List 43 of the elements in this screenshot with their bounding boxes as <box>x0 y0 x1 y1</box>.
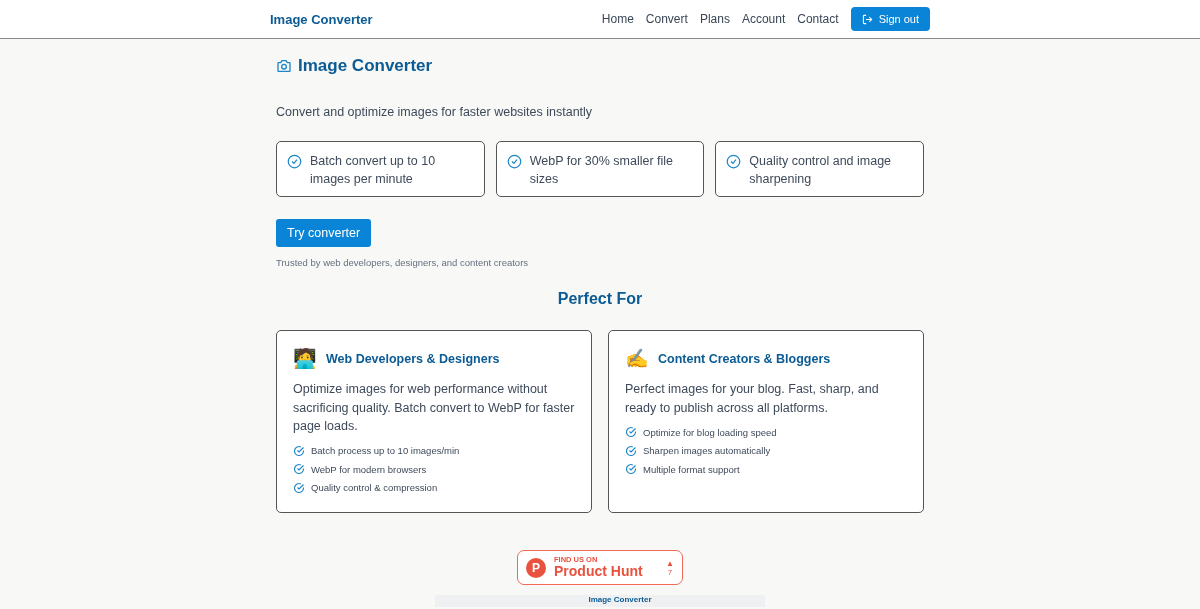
card-description: Perfect images for your blog. Fast, sharp, and ready to publish across all platforms. <box>625 381 880 417</box>
card-title: Content Creators & Bloggers <box>658 351 831 366</box>
check-icon <box>293 463 305 476</box>
brand-link[interactable]: Image Converter <box>270 11 373 27</box>
vote-count: 7 <box>667 567 673 577</box>
upvote-icon: ▲ <box>666 558 674 568</box>
benefit-text: Quality control & compression <box>311 482 438 494</box>
nav-link[interactable]: Plans <box>699 12 730 26</box>
preview-title: Image Converter <box>588 595 652 606</box>
check-icon <box>625 426 637 439</box>
nav-link[interactable]: Account <box>741 12 786 26</box>
trust-note: Trusted by web developers, designers, and content creators <box>276 257 530 268</box>
emoji-icon: 🧑‍💻 <box>293 347 317 370</box>
benefit-text: WebP for modern browsers <box>311 463 427 475</box>
product-hunt-logo: P <box>526 557 546 578</box>
benefit-text: Multiple format support <box>643 463 740 475</box>
check-icon <box>287 154 302 169</box>
badge-name: Product Hunt <box>554 564 644 579</box>
benefit-text: Sharpen images automatically <box>643 445 771 457</box>
check-icon <box>293 481 305 494</box>
camera-icon <box>276 58 292 74</box>
check-icon <box>506 154 522 169</box>
nav-link[interactable]: Convert <box>645 12 688 26</box>
feature-text: Batch convert up to 10 images per minute <box>310 153 437 188</box>
check-icon <box>726 154 742 169</box>
sign-out-icon <box>861 13 873 25</box>
benefit-text: Batch process up to 10 images/min <box>311 445 460 457</box>
check-icon <box>625 463 637 476</box>
feature-text: Quality control and image sharpening <box>749 153 893 188</box>
check-icon <box>293 444 305 457</box>
page-title: Image Converter <box>298 56 433 76</box>
try-converter-button[interactable]: Try converter <box>276 219 372 247</box>
check-icon <box>625 444 637 457</box>
section-heading: Perfect For <box>556 290 644 308</box>
nav-link[interactable]: Home <box>601 12 634 26</box>
subtitle: Convert and optimize images for faster websites instantly <box>276 105 594 119</box>
feature-text: WebP for 30% smaller file sizes <box>529 153 674 188</box>
sign-out-button[interactable]: Sign out <box>850 7 930 31</box>
card-title: Web Developers & Designers <box>326 351 500 366</box>
benefit-text: Optimize for blog loading speed <box>643 426 777 438</box>
card-description: Optimize images for web performance without sacrificing quality. Batch convert to WebP for faster page loads. <box>293 381 575 435</box>
nav-link[interactable]: Contact <box>797 12 839 26</box>
emoji-icon: ✍ <box>625 347 649 370</box>
